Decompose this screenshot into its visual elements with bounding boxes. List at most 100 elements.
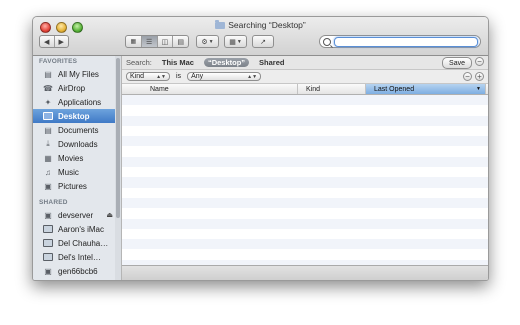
sidebar-item-aarons-imac[interactable]: Aaron's iMac [33, 222, 121, 236]
sidebar-item-label: AirDrop [58, 83, 86, 93]
sidebar: FAVORITES ▤ All My Files ☎ AirDrop ✦ App… [33, 56, 122, 280]
forward-button[interactable]: ▶ [55, 36, 69, 47]
sidebar-item-pictures[interactable]: ▣ Pictures [33, 179, 121, 193]
search-icon [323, 37, 331, 46]
sidebar-item-label: Applications [58, 97, 102, 107]
scope-desktop[interactable]: “Desktop” [203, 58, 250, 67]
sidebar-item-downloads[interactable]: ⤓ Downloads [33, 137, 121, 151]
sidebar-item-label: Music [58, 167, 79, 177]
list-view-button[interactable]: ☰ [141, 36, 158, 47]
share-button[interactable]: ↗ [252, 35, 274, 48]
sidebar-item-gen66bcb6[interactable]: ▣ gen66bcb6 [33, 264, 121, 278]
finder-window: Searching “Desktop” ◀ ▶ ▦ ☰ ◫ ▤ ⚙ ▼ ▦ ▼ … [32, 16, 489, 281]
table-row [122, 105, 488, 115]
all-files-icon: ▤ [44, 69, 52, 79]
list-view-icon: ☰ [145, 38, 153, 46]
sidebar-item-label: Downloads [58, 139, 98, 149]
table-row [122, 156, 488, 168]
sidebar-item-del-chauhan[interactable]: Del Chauha… [33, 236, 121, 250]
add-rule-button[interactable]: + [475, 72, 484, 81]
sidebar-scrollbar[interactable] [115, 56, 121, 280]
table-row [122, 146, 488, 156]
column-view-button[interactable]: ◫ [158, 36, 174, 47]
remove-search-button[interactable]: − [475, 57, 484, 66]
sidebar-item-applications[interactable]: ✦ Applications [33, 95, 121, 109]
column-label: Last Opened [374, 85, 415, 93]
search-input[interactable] [334, 36, 478, 47]
window-title-wrap: Searching “Desktop” [33, 20, 488, 30]
table-row [122, 115, 488, 126]
cover-flow-view-button[interactable]: ▤ [173, 36, 188, 47]
sidebar-item-label: Pictures [58, 181, 87, 191]
sidebar-item-label: devserver [58, 210, 94, 220]
server-icon: ▣ [44, 266, 52, 276]
status-bar [122, 265, 488, 280]
sidebar-item-airdrop[interactable]: ☎ AirDrop [33, 81, 121, 95]
sidebar-item-label: Del Chauha… [58, 238, 109, 248]
imac-icon [43, 225, 53, 234]
sidebar-item-label: All My Files [58, 69, 99, 79]
rule-value: Any [191, 73, 204, 80]
chevron-updown-icon: ▲▼ [156, 73, 166, 80]
view-mode-control: ▦ ☰ ◫ ▤ [125, 35, 189, 48]
table-row [122, 177, 488, 188]
sidebar-item-label: Del's Intel… [58, 252, 101, 262]
sidebar-item-all-my-files[interactable]: ▤ All My Files [33, 67, 121, 81]
folder-icon [215, 20, 226, 29]
scope-this-mac[interactable]: This Mac [162, 58, 194, 67]
eject-icon[interactable]: ⏏ [106, 211, 113, 219]
chevron-down-icon: ▼ [236, 38, 242, 45]
sidebar-scroll-thumb[interactable] [116, 58, 120, 218]
grid-arrange-icon: ▦ [229, 38, 236, 46]
sidebar-item-label: Movies [58, 153, 84, 163]
attribute-popup[interactable]: Kind ▲▼ [126, 72, 170, 81]
server-icon: ▣ [44, 210, 52, 220]
chevron-updown-icon: ▲▼ [247, 73, 258, 80]
scope-shared[interactable]: Shared [259, 58, 284, 67]
window-title: Searching “Desktop” [228, 20, 306, 30]
table-row [122, 136, 488, 147]
desktop-icon [43, 112, 53, 121]
sidebar-item-devserver[interactable]: ▣ devserver ⏏ [33, 208, 121, 222]
search-scope-bar: Search: This Mac “Desktop” Shared Save − [122, 56, 488, 70]
sidebar-item-desktop[interactable]: Desktop [33, 109, 121, 123]
column-name[interactable]: Name [122, 84, 298, 94]
sidebar-item-music[interactable]: ♫ Music [33, 165, 121, 179]
title-bar[interactable]: Searching “Desktop” ◀ ▶ ▦ ☰ ◫ ▤ ⚙ ▼ ▦ ▼ … [33, 17, 488, 56]
icon-view-button[interactable]: ▦ [126, 36, 142, 47]
documents-icon: ▤ [44, 125, 52, 135]
sidebar-item-dels-intel[interactable]: Del's Intel… [33, 250, 121, 264]
table-row [122, 126, 488, 136]
remove-rule-button[interactable]: − [463, 72, 472, 81]
scope-label: Search: [126, 58, 152, 67]
search-rule-row: Kind ▲▼ is Any ▲▼ − + [122, 70, 488, 84]
cover-flow-icon: ▤ [177, 38, 184, 46]
table-row [122, 249, 488, 259]
attribute-value: Kind [130, 73, 145, 80]
airdrop-icon: ☎ [43, 83, 53, 93]
search-field[interactable] [319, 35, 481, 48]
save-search-button[interactable]: Save [442, 57, 472, 69]
shared-header: SHARED [39, 199, 68, 206]
results-list[interactable] [122, 95, 488, 271]
column-kind[interactable]: Kind [298, 84, 366, 94]
table-row [122, 197, 488, 209]
table-row [122, 208, 488, 218]
sidebar-item-movies[interactable]: ▦ Movies [33, 151, 121, 165]
value-popup[interactable]: Any ▲▼ [187, 72, 262, 81]
applications-icon: ✦ [44, 97, 52, 107]
gear-icon: ⚙ [201, 38, 208, 46]
column-last-opened[interactable]: Last Opened ▼ [366, 84, 486, 94]
operator-label: is [176, 73, 182, 80]
table-row [122, 229, 488, 239]
back-button[interactable]: ◀ [40, 36, 55, 47]
sort-descending-icon: ▼ [476, 86, 481, 92]
arrange-menu-button[interactable]: ▦ ▼ [224, 35, 247, 48]
movies-icon: ▦ [44, 153, 52, 163]
back-arrow-icon: ◀ [44, 38, 50, 46]
sidebar-item-documents[interactable]: ▤ Documents [33, 123, 121, 137]
downloads-icon: ⤓ [46, 139, 50, 148]
action-menu-button[interactable]: ⚙ ▼ [196, 35, 219, 48]
column-header: Name Kind Last Opened ▼ [122, 84, 488, 95]
favorites-header: FAVORITES [39, 58, 78, 65]
